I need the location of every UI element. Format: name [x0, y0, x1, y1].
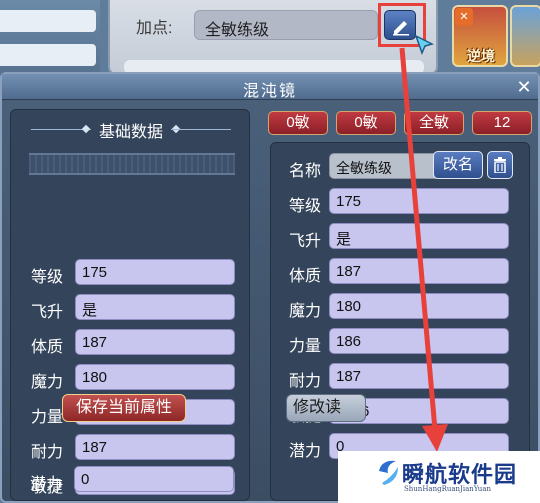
game-activity-icon-2[interactable]	[510, 5, 540, 67]
stat-value: 是	[75, 294, 235, 320]
add-point-label: 加点:	[136, 20, 173, 37]
stat-value: 是	[329, 223, 509, 249]
stat-row-constitution: 体质 187	[11, 329, 251, 359]
stat-row-endurance: 耐力 187	[11, 434, 251, 464]
shortcut-badge-icon: ✕	[455, 8, 473, 26]
add-point-scheme-field[interactable]: 全敏练级	[194, 10, 378, 40]
preset-button-3[interactable]: 全敏	[404, 111, 464, 135]
scheme-stat-row-constitution: 体质 187	[271, 258, 531, 288]
modify-button[interactable]: 修改读	[286, 394, 366, 422]
stat-value: 187	[75, 329, 235, 355]
trash-icon	[494, 157, 506, 173]
stat-row-magic: 魔力 180	[11, 364, 251, 394]
stat-row-potential: 潜力 0	[10, 466, 250, 496]
watermark: 瞬航软件园 ShunHangRuanJianYuan	[338, 451, 540, 503]
preset-button-1[interactable]: 0敏	[268, 111, 328, 135]
stat-row-level: 等级 175	[11, 259, 251, 289]
scheme-stat-row-ascension: 飞升 是	[271, 223, 531, 253]
section-title: 基础数据	[98, 124, 163, 141]
scheme-data-panel: 名称 全敏练级 改名 等级 175 飞升 是 体质 187 魔力 180 力量 …	[270, 142, 530, 501]
stat-label: 等级	[31, 269, 64, 286]
watermark-logo-icon	[379, 460, 398, 485]
scheme-stat-row-level: 等级 175	[271, 188, 531, 218]
stat-label: 体质	[31, 339, 64, 356]
scheme-stat-row-strength: 力量 186	[271, 328, 531, 358]
stat-value: 180	[329, 293, 509, 319]
stat-value: 187	[329, 363, 509, 389]
background-left-strip	[0, 0, 100, 75]
stat-value: 175	[329, 188, 509, 214]
stat-value: 187	[75, 434, 235, 460]
stat-label: 耐力	[31, 444, 64, 461]
dialog-titlebar: 混沌镜 ✕	[2, 74, 538, 100]
game-activity-label: 逆境	[467, 48, 495, 64]
stat-value: 0	[74, 466, 234, 492]
stat-row-ascension: 飞升 是	[11, 294, 251, 324]
delete-button[interactable]	[487, 151, 513, 179]
preset-button-2[interactable]: 0敏	[336, 111, 396, 135]
stat-label: 潜力	[30, 476, 63, 493]
background-bar	[0, 44, 96, 66]
stat-label: 魔力	[31, 374, 64, 391]
save-current-attributes-button[interactable]: 保存当前属性	[62, 394, 186, 422]
scheme-name-row: 名称 全敏练级 改名	[271, 151, 531, 183]
scheme-name-field: 全敏练级	[329, 153, 443, 179]
stat-label: 飞升	[31, 304, 64, 321]
stat-value: 175	[75, 259, 235, 285]
close-icon[interactable]: ✕	[514, 77, 534, 97]
scheme-stat-row-endurance: 耐力 187	[271, 363, 531, 393]
stat-value: 187	[329, 258, 509, 284]
decorative-meander-border	[29, 153, 235, 175]
divider-line	[171, 129, 231, 130]
preset-button-4[interactable]: 12	[472, 111, 532, 135]
mouse-cursor-icon	[414, 34, 435, 56]
stat-value: 186	[329, 328, 509, 354]
background-bar	[0, 10, 96, 32]
stat-value: 180	[75, 364, 235, 390]
chaos-mirror-dialog: 混沌镜 ✕ 基础数据 等级 175 飞升 是 体质 187 魔力 180 力量 …	[0, 72, 540, 503]
watermark-subtext: ShunHangRuanJianYuan	[404, 485, 491, 493]
base-data-panel: 基础数据 等级 175 飞升 是 体质 187 魔力 180 力量 186 耐力…	[10, 109, 250, 501]
dialog-title: 混沌镜	[242, 83, 297, 100]
scheme-stat-row-magic: 魔力 180	[271, 293, 531, 323]
section-header: 基础数据	[11, 118, 251, 141]
diamond-ornament-icon	[81, 124, 91, 134]
rename-button[interactable]: 改名	[433, 151, 483, 179]
